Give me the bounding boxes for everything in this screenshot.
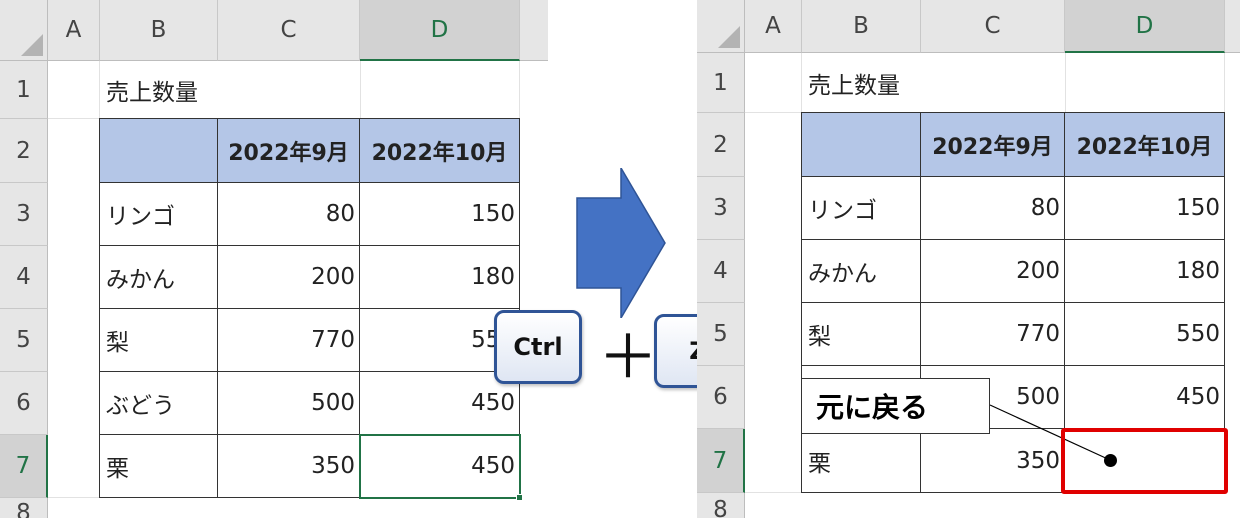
value-mikan-sep[interactable]: 200 xyxy=(217,245,360,309)
cell-a1[interactable] xyxy=(745,53,802,113)
row-label-apple[interactable]: リンゴ xyxy=(99,182,218,246)
column-header-c[interactable]: C xyxy=(218,0,360,61)
arrow-right-icon xyxy=(576,168,666,318)
row-label-pear[interactable]: 梨 xyxy=(99,308,218,372)
column-header-d[interactable]: D xyxy=(1065,0,1225,53)
row-label-chestnut[interactable]: 栗 xyxy=(801,428,921,493)
column-header-e[interactable] xyxy=(520,0,548,61)
cell-a1[interactable] xyxy=(48,61,100,119)
row-header-1[interactable]: 1 xyxy=(0,61,48,119)
row-header-5[interactable]: 5 xyxy=(0,309,48,372)
callout-pointer-dot xyxy=(1104,454,1117,467)
row-header-3[interactable]: 3 xyxy=(697,177,745,240)
column-header-e[interactable] xyxy=(1225,0,1240,53)
active-cell-selection[interactable] xyxy=(359,434,521,499)
row-header-3[interactable]: 3 xyxy=(0,183,48,246)
row-label-pear[interactable]: 梨 xyxy=(801,302,921,366)
row-header-8[interactable]: 8 xyxy=(697,493,745,518)
header-cell-sep[interactable]: 2022年9月 xyxy=(920,112,1065,177)
value-mikan-oct[interactable]: 180 xyxy=(359,245,520,309)
cell-d1[interactable] xyxy=(1065,53,1225,113)
value-pear-oct[interactable]: 550 xyxy=(1064,302,1225,366)
column-header-b[interactable]: B xyxy=(100,0,218,61)
value-mikan-sep[interactable]: 200 xyxy=(920,239,1065,303)
select-all-corner[interactable] xyxy=(697,0,745,53)
value-mikan-oct[interactable]: 180 xyxy=(1064,239,1225,303)
value-pear-sep[interactable]: 770 xyxy=(920,302,1065,366)
value-apple-oct[interactable]: 150 xyxy=(1064,176,1225,240)
plus-sign: ＋ xyxy=(598,323,658,393)
spreadsheet-before: A B C D 1 2 3 4 5 6 7 8 売上数量 2022年9月 202… xyxy=(0,0,548,518)
sheet-title[interactable]: 売上数量 xyxy=(100,61,360,119)
row-header-8[interactable]: 8 xyxy=(0,498,48,518)
cell-a-col-grid[interactable] xyxy=(745,113,802,493)
sheet-title[interactable]: 売上数量 xyxy=(802,53,1065,113)
row-header-7[interactable]: 7 xyxy=(697,429,745,493)
column-header-d[interactable]: D xyxy=(360,0,520,61)
header-cell-sep[interactable]: 2022年9月 xyxy=(217,118,360,183)
fill-handle[interactable] xyxy=(516,494,523,501)
header-cell-blank[interactable] xyxy=(801,112,921,177)
value-pear-sep[interactable]: 770 xyxy=(217,308,360,372)
row-label-mikan[interactable]: みかん xyxy=(801,239,921,303)
ctrl-key: Ctrl xyxy=(494,310,582,384)
row-label-mikan[interactable]: みかん xyxy=(99,245,218,309)
cell-d1[interactable] xyxy=(360,61,520,119)
value-apple-sep[interactable]: 80 xyxy=(217,182,360,246)
value-chestnut-sep[interactable]: 350 xyxy=(217,434,360,498)
row-header-2[interactable]: 2 xyxy=(697,113,745,177)
select-all-corner[interactable] xyxy=(0,0,48,61)
row-label-apple[interactable]: リンゴ xyxy=(801,176,921,240)
row-header-5[interactable]: 5 xyxy=(697,303,745,366)
row-header-6[interactable]: 6 xyxy=(697,366,745,429)
row-header-2[interactable]: 2 xyxy=(0,119,48,183)
header-cell-blank[interactable] xyxy=(99,118,218,183)
restored-cell-highlight xyxy=(1061,428,1228,494)
header-cell-oct[interactable]: 2022年10月 xyxy=(1064,112,1225,177)
undo-callout: 元に戻る xyxy=(801,378,990,434)
column-header-b[interactable]: B xyxy=(802,0,921,53)
row-label-chestnut[interactable]: 栗 xyxy=(99,434,218,498)
value-apple-oct[interactable]: 150 xyxy=(359,182,520,246)
column-header-a[interactable]: A xyxy=(48,0,100,61)
value-grape-sep[interactable]: 500 xyxy=(217,371,360,435)
row-header-4[interactable]: 4 xyxy=(697,240,745,303)
row-label-grape[interactable]: ぶどう xyxy=(99,371,218,435)
header-cell-oct[interactable]: 2022年10月 xyxy=(359,118,520,183)
row-header-7[interactable]: 7 xyxy=(0,435,48,498)
row-header-1[interactable]: 1 xyxy=(697,53,745,113)
value-chestnut-sep[interactable]: 350 xyxy=(920,428,1065,493)
column-header-c[interactable]: C xyxy=(921,0,1065,53)
row-header-6[interactable]: 6 xyxy=(0,372,48,435)
value-grape-oct[interactable]: 450 xyxy=(1064,365,1225,429)
cell-a-col-grid[interactable] xyxy=(48,119,100,498)
value-apple-sep[interactable]: 80 xyxy=(920,176,1065,240)
row-header-4[interactable]: 4 xyxy=(0,246,48,309)
column-header-a[interactable]: A xyxy=(745,0,802,53)
